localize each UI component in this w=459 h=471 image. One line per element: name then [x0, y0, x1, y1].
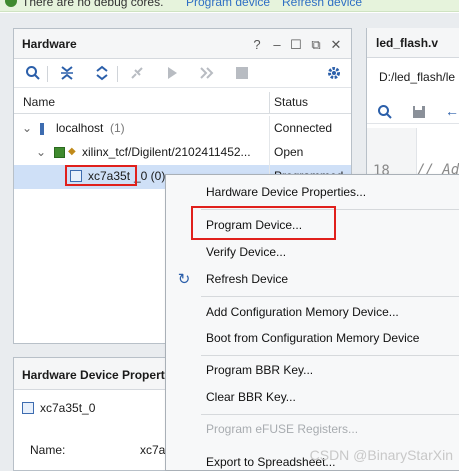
info-banner: There are no debug cores. Program device… [0, 0, 459, 12]
name-value: xc7a [140, 443, 166, 457]
close-icon[interactable]: ✕ [329, 37, 343, 53]
menu-item-program-bbr-key[interactable]: Program BBR Key... [166, 357, 459, 383]
menu-item-hardware-device-properties[interactable]: Hardware Device Properties... [166, 179, 459, 205]
menu-item-clear-bbr-key[interactable]: Clear BBR Key... [166, 384, 459, 410]
menu-item-label: Boot from Configuration Memory Device [206, 331, 420, 345]
banner-message: There are no debug cores. [22, 0, 164, 9]
menu-item-refresh-device[interactable]: ↻ Refresh Device [166, 266, 459, 292]
tree-item-count: (1) [110, 121, 125, 135]
name-label: Name: [30, 443, 66, 457]
tree-item-label: localhost [56, 121, 104, 135]
menu-separator [201, 355, 459, 356]
auto-connect-icon [128, 65, 146, 83]
properties-device-name: xc7a35t_0 [40, 401, 96, 415]
link-icon: ◆ [68, 146, 76, 157]
tree-item-label: xilinx_tcf/Digilent/2102411452... [82, 145, 251, 159]
chevron-down-icon[interactable]: ⌄ [36, 145, 46, 159]
column-divider [269, 92, 270, 114]
menu-item-label: Refresh Device [206, 272, 289, 286]
expand-icon[interactable] [93, 65, 111, 83]
menu-item-label: Hardware Device Properties... [206, 185, 367, 199]
editor-tab[interactable]: led_flash.v [367, 28, 459, 58]
help-icon[interactable]: ? [250, 37, 264, 52]
watermark: CSDN @BinaryStarXin [309, 447, 453, 463]
menu-item-label: Program BBR Key... [206, 363, 314, 377]
menu-item-verify-device[interactable]: Verify Device... [166, 239, 459, 265]
status-text: Open [274, 145, 304, 159]
menu-item-boot-from-configuration-memory[interactable]: Boot from Configuration Memory Device [166, 325, 459, 351]
save-icon[interactable] [411, 104, 427, 123]
column-status[interactable]: Status [274, 95, 308, 109]
menu-item-label: Program eFUSE Registers... [206, 422, 359, 436]
menu-item-label: Verify Device... [206, 245, 287, 259]
maximize-icon[interactable]: ☐ [289, 37, 303, 53]
search-icon[interactable] [377, 104, 393, 123]
collapse-all-icon[interactable] [58, 65, 76, 83]
menu-item-label: Clear BBR Key... [206, 390, 296, 404]
float-icon[interactable]: ⧉ [309, 37, 323, 53]
tree-row-target[interactable]: ⌄ ◆ xilinx_tcf/Digilent/2102411452... Op… [14, 141, 351, 165]
arrow-left-icon[interactable]: ← [445, 103, 459, 119]
step-icon [198, 65, 216, 83]
server-icon [40, 123, 44, 135]
menu-separator [201, 414, 459, 415]
toolbar-separator [47, 66, 48, 82]
refresh-icon: ↻ [177, 271, 191, 288]
chevron-down-icon[interactable]: ⌄ [22, 121, 32, 135]
menu-item-label: Add Configuration Memory Device... [206, 305, 399, 319]
menu-item-add-configuration-memory[interactable]: Add Configuration Memory Device... [166, 299, 459, 325]
run-icon [163, 65, 181, 83]
refresh-device-link[interactable]: Refresh device [282, 0, 362, 9]
file-path: D:/led_flash/le [379, 70, 456, 84]
stop-icon [233, 65, 251, 83]
properties-panel-title: Hardware Device Propert [22, 368, 165, 382]
hardware-panel-header: Hardware ? – ☐ ⧉ ✕ [14, 29, 351, 59]
chip-icon [22, 402, 34, 414]
column-name[interactable]: Name [23, 95, 55, 109]
tree-row-localhost[interactable]: ⌄ localhost (1) Connected [14, 117, 351, 141]
highlight-box-device [65, 165, 137, 186]
minimize-icon[interactable]: – [270, 37, 284, 52]
tree-column-header: Name Status [14, 92, 351, 114]
tree-item-suffix: _0 (0) [134, 169, 166, 183]
board-icon [54, 147, 65, 158]
info-icon [5, 0, 17, 7]
search-icon[interactable] [24, 65, 42, 83]
hardware-panel-title: Hardware [22, 37, 77, 51]
highlight-box-program-device [191, 206, 336, 240]
editor-toolbar: ← [367, 100, 459, 124]
program-device-link[interactable]: Program device [186, 0, 270, 9]
toolbar-separator [117, 66, 118, 82]
editor-tab-title: led_flash.v [376, 36, 439, 50]
menu-separator [201, 296, 459, 297]
status-text: Connected [274, 121, 333, 135]
menu-item-program-efuse-registers: Program eFUSE Registers... [166, 416, 459, 442]
settings-icon[interactable] [325, 65, 343, 83]
hardware-toolbar [14, 60, 351, 88]
